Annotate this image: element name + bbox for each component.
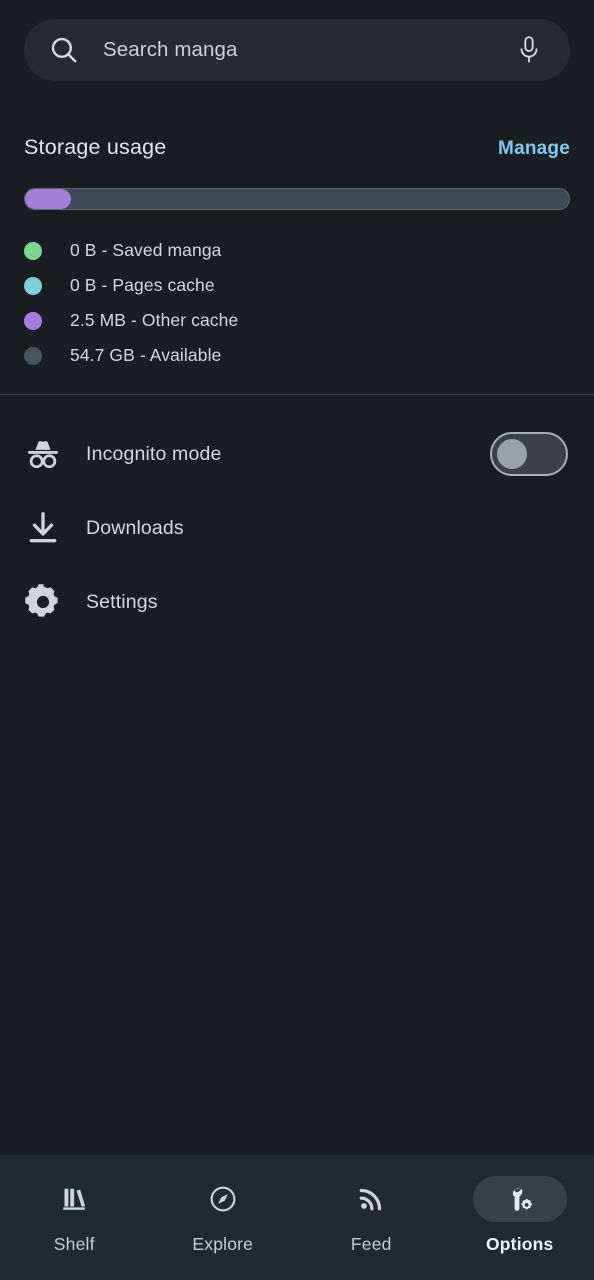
nav-pill-explore [176, 1176, 270, 1222]
option-row-incognito-mode[interactable]: Incognito mode [0, 417, 594, 491]
search-icon[interactable] [49, 35, 79, 65]
search-bar[interactable] [24, 19, 570, 81]
search-input[interactable] [103, 38, 516, 62]
option-label-downloads: Downloads [86, 516, 184, 539]
nav-label-feed: Feed [350, 1234, 392, 1254]
option-row-settings[interactable]: Settings [0, 565, 594, 639]
storage-legend: 0 B - Saved manga 0 B - Pages cache 2.5 MB… [24, 233, 444, 373]
nav-label-options: Options [485, 1234, 554, 1254]
incognito-icon [28, 441, 58, 469]
manage-storage-link[interactable]: Manage [498, 138, 570, 160]
legend-item: 0 B - Pages cache [24, 268, 444, 303]
storage-bar-segment [70, 189, 569, 209]
page-title: Storage usage [24, 135, 167, 159]
section-divider [0, 394, 594, 395]
nav-item-feed[interactable]: Feed [297, 1155, 446, 1280]
microphone-icon[interactable] [516, 35, 542, 65]
legend-color-dot [24, 241, 42, 260]
legend-color-dot [24, 346, 42, 365]
incognito-mode-toggle[interactable] [490, 432, 568, 476]
bottom-navigation: Shelf Explore Feed Options [0, 1155, 594, 1280]
rss-icon [359, 1188, 382, 1211]
legend-label: 54.7 GB - Available [70, 345, 222, 365]
nav-pill-shelf [27, 1176, 121, 1222]
download-icon [29, 512, 57, 543]
compass-icon [210, 1186, 236, 1212]
legend-label: 0 B - Saved manga [70, 240, 222, 260]
legend-color-dot [24, 311, 42, 330]
legend-item: 54.7 GB - Available [24, 338, 444, 373]
storage-usage-header: Storage usage Manage [24, 135, 570, 160]
option-label-settings: Settings [86, 590, 158, 613]
option-row-downloads[interactable]: Downloads [0, 491, 594, 565]
storage-bar-segment [25, 189, 71, 209]
nav-label-shelf: Shelf [53, 1234, 95, 1254]
nav-label-explore: Explore [192, 1234, 254, 1254]
nav-pill-feed [324, 1176, 418, 1222]
legend-color-dot [24, 276, 42, 295]
options-list: Incognito mode Downloads Settings [0, 417, 594, 639]
legend-item: 0 B - Saved manga [24, 233, 444, 268]
bookshelf-icon [63, 1188, 86, 1210]
legend-label: 0 B - Pages cache [70, 275, 215, 295]
gear-icon [25, 584, 58, 617]
toggle-knob [497, 439, 527, 469]
nav-pill-options [472, 1176, 567, 1222]
wrench-gear-icon [512, 1187, 532, 1211]
nav-item-explore[interactable]: Explore [149, 1155, 298, 1280]
nav-item-options[interactable]: Options [446, 1155, 594, 1280]
legend-label: 2.5 MB - Other cache [70, 310, 239, 330]
option-label-incognito-mode: Incognito mode [86, 442, 222, 465]
storage-usage-bar [24, 188, 570, 210]
nav-item-shelf[interactable]: Shelf [0, 1155, 149, 1280]
legend-item: 2.5 MB - Other cache [24, 303, 444, 338]
